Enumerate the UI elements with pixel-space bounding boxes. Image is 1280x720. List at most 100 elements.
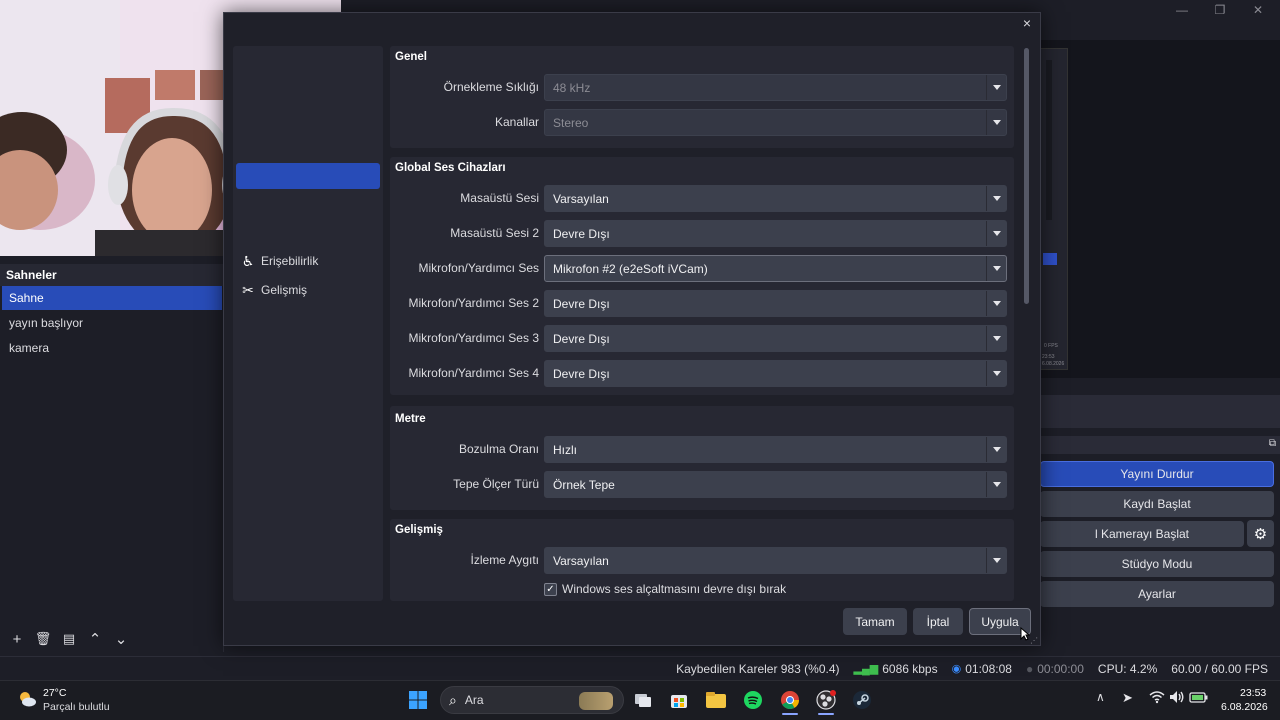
cpu-usage: CPU: 4.2%	[1097, 661, 1158, 676]
chevron-down-icon	[986, 361, 1006, 386]
preview-nested-selection	[1043, 253, 1057, 265]
preview-tiny-time: 23:53	[1042, 354, 1055, 360]
gear-icon[interactable]: ⚙	[1247, 520, 1274, 547]
stream-time: 01:08:08	[965, 661, 1012, 676]
maximize-icon[interactable]: ❐	[1200, 0, 1240, 20]
file-explorer-icon[interactable]	[703, 688, 729, 712]
close-icon[interactable]: ×	[1019, 14, 1035, 32]
weather-description[interactable]: Parçalı bulutlu	[43, 701, 110, 713]
chevron-down-icon	[986, 221, 1006, 246]
obs-studio-icon[interactable]	[813, 688, 839, 712]
taskbar-clock-time[interactable]: 23:53	[1240, 687, 1266, 699]
select-value: Devre Dışı	[553, 367, 610, 381]
mic-aux-4-label: Mikrofon/Yardımcı Ses 4	[408, 366, 540, 380]
settings-scrollbar-thumb[interactable]	[1024, 48, 1029, 304]
spotify-icon[interactable]	[740, 688, 766, 712]
select-value: Hızlı	[553, 443, 577, 457]
chevron-down-icon	[986, 437, 1006, 462]
record-dot-icon: ●	[1025, 661, 1034, 676]
undock-icon[interactable]: ⧉	[1269, 438, 1276, 449]
chevron-down-icon	[986, 326, 1006, 351]
close-window-icon[interactable]: ✕	[1238, 0, 1278, 20]
nav-item-accessibility[interactable]: ♿ Erişebilirlik	[241, 252, 319, 270]
channels-select[interactable]: Stereo	[544, 109, 1007, 136]
trash-icon[interactable]: 🗑	[30, 627, 56, 651]
controls-dock-header: ⧉	[1040, 436, 1280, 454]
chevron-down-icon	[986, 186, 1006, 211]
mic-aux-3-select[interactable]: Devre Dışı	[544, 325, 1007, 352]
resize-grip-icon[interactable]: ⋰	[1030, 636, 1038, 645]
signal-bars-icon: ▂▄▆	[853, 663, 879, 675]
partly-cloudy-icon[interactable]	[16, 688, 38, 710]
scene-item[interactable]: Sahne	[2, 286, 222, 310]
select-value: Örnek Tepe	[553, 478, 615, 492]
microsoft-store-icon[interactable]	[666, 688, 692, 712]
select-value: Varsayılan	[553, 192, 609, 206]
disable-ducking-label[interactable]: Windows ses alçaltmasını devre dışı bıra…	[562, 582, 786, 596]
chrome-icon[interactable]	[777, 688, 803, 712]
start-virtual-camera-button[interactable]: l Kamerayı Başlat	[1040, 521, 1244, 547]
desktop-audio-select[interactable]: Varsayılan	[544, 185, 1007, 212]
battery-charging-icon[interactable]	[1189, 690, 1209, 707]
disable-ducking-checkbox[interactable]: ✓	[544, 583, 557, 596]
search-placeholder: Ara	[464, 693, 484, 707]
location-icon[interactable]: ➤	[1122, 690, 1133, 706]
studio-mode-button[interactable]: Stüdyo Modu	[1040, 551, 1274, 577]
checkmark-icon: ✓	[546, 584, 555, 595]
group-title: Gelişmiş	[395, 524, 443, 536]
monitoring-device-label: İzleme Aygıtı	[470, 553, 539, 567]
volume-icon[interactable]	[1169, 690, 1185, 707]
fps-value: 60.00 / 60.00 FPS	[1171, 661, 1268, 676]
chevron-down-icon[interactable]: ⌄	[108, 627, 134, 651]
chevron-up-icon[interactable]: ⌃	[82, 627, 108, 651]
steam-icon[interactable]	[849, 688, 875, 712]
nav-item-audio-selected[interactable]	[236, 163, 380, 189]
task-view-icon[interactable]	[630, 688, 656, 712]
nav-item-advanced[interactable]: ✂ Gelişmiş	[241, 281, 307, 299]
sample-rate-label: Örnekleme Sıklığı	[443, 80, 539, 94]
mic-aux-select[interactable]: Mikrofon #2 (e2eSoft iVCam)	[544, 255, 1007, 282]
peak-meter-type-select[interactable]: Örnek Tepe	[544, 471, 1007, 498]
start-recording-button[interactable]: Kaydı Başlat	[1040, 491, 1274, 517]
taskbar-search-box[interactable]: ⌕ Ara	[440, 686, 624, 714]
weather-temperature[interactable]: 27°C	[43, 687, 66, 699]
wifi-icon[interactable]	[1149, 690, 1165, 707]
search-highlight-image	[579, 692, 613, 710]
mic-aux-2-select[interactable]: Devre Dışı	[544, 290, 1007, 317]
sample-rate-select[interactable]: 48 kHz	[544, 74, 1007, 101]
mic-aux-4-select[interactable]: Devre Dışı	[544, 360, 1007, 387]
scene-item[interactable]: yayın başlıyor	[2, 311, 222, 335]
add-scene-icon[interactable]: +	[4, 627, 30, 651]
taskbar-clock-date[interactable]: 6.08.2026	[1221, 701, 1268, 713]
record-time: 00:00:00	[1037, 661, 1084, 676]
scenes-title: Sahneler	[0, 264, 224, 286]
scene-filter-icon[interactable]: ▤	[56, 627, 82, 651]
scene-item[interactable]: kamera	[2, 336, 222, 360]
monitoring-device-select[interactable]: Varsayılan	[544, 547, 1007, 574]
settings-button[interactable]: Ayarlar	[1040, 581, 1274, 607]
select-value: 48 kHz	[553, 81, 591, 95]
select-value: Devre Dışı	[553, 332, 610, 346]
chevron-up-icon[interactable]: ∧	[1096, 690, 1105, 704]
status-bar: Kaybedilen Kareler 983 (%0.4) ▂▄▆ 6086 k…	[0, 656, 1280, 680]
desktop-audio-2-select[interactable]: Devre Dışı	[544, 220, 1007, 247]
group-title: Global Ses Cihazları	[395, 162, 506, 174]
stop-streaming-button[interactable]: Yayını Durdur	[1040, 461, 1274, 487]
preview-area[interactable]	[1040, 40, 1280, 378]
desktop-audio-label: Masaüstü Sesi	[460, 191, 539, 205]
accessibility-icon: ♿	[241, 252, 255, 269]
bitrate-value: 6086 kbps	[882, 661, 938, 676]
minimize-icon[interactable]: —	[1162, 0, 1202, 20]
ok-button[interactable]: Tamam	[843, 608, 907, 635]
chevron-down-icon	[986, 472, 1006, 497]
windows-start-icon[interactable]	[405, 688, 431, 712]
decay-rate-select[interactable]: Hızlı	[544, 436, 1007, 463]
channels-label: Kanallar	[494, 115, 539, 129]
select-value: Devre Dışı	[553, 227, 610, 241]
bitrate-status: ▂▄▆ 6086 kbps	[854, 662, 938, 676]
mic-aux-label: Mikrofon/Yardımcı Ses	[418, 261, 539, 275]
cancel-button[interactable]: İptal	[913, 608, 963, 635]
chevron-down-icon	[986, 256, 1006, 281]
peak-meter-type-label: Tepe Ölçer Türü	[453, 477, 539, 491]
chrome-running-indicator	[782, 713, 798, 715]
